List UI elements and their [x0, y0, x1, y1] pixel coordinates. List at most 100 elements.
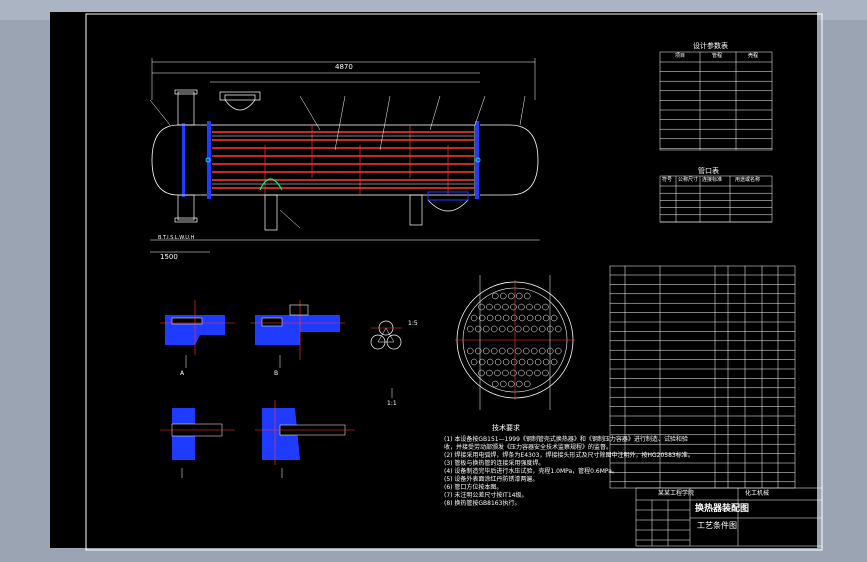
- design-params-table: [659, 51, 773, 151]
- exchanger-elevation: [149, 58, 540, 253]
- tech-note-7: (6) 管口方位按本图。: [444, 484, 503, 491]
- tube-hole: [486, 303, 493, 311]
- tube-hole: [494, 314, 502, 322]
- tube-hole: [486, 314, 494, 322]
- tube-hole: [550, 314, 558, 322]
- tube-hole: [516, 292, 523, 300]
- tube-hole: [506, 325, 514, 333]
- tube-hole: [542, 314, 550, 322]
- tube-hole: [518, 369, 525, 377]
- tech-notes-title: 技术要求: [492, 424, 520, 432]
- tech-note-8: (7) 未注明公差尺寸按IT14级。: [444, 492, 528, 499]
- tube-hole: [518, 358, 526, 366]
- dp-header-shell: 壳程: [748, 53, 759, 59]
- scale-label: 1:1: [387, 400, 397, 407]
- tube-hole: [510, 314, 518, 322]
- tube-hole: [506, 347, 514, 355]
- title-school: 某某工程学院: [658, 490, 695, 497]
- tube-hole: [530, 347, 538, 355]
- tube-hole: [502, 303, 509, 311]
- side-label: B.T.I.S.L.W.U.H: [158, 235, 195, 241]
- tube-hole: [510, 369, 517, 377]
- tube-hole: [542, 369, 549, 377]
- tube-hole: [534, 303, 541, 311]
- dp-header-item: 项目: [675, 53, 686, 59]
- tube-hole: [502, 314, 510, 322]
- drawing-subtitle: 工艺条件图: [697, 521, 737, 530]
- tube-hole: [500, 380, 507, 388]
- nz-header-symbol: 符号: [662, 177, 673, 183]
- tech-note-2: 收，并接受劳动部颁发《压力容器安全技术监察规程》的监督。: [444, 444, 613, 451]
- tech-note-4: (3) 管板与换热管的连接采用强度焊。: [444, 460, 545, 467]
- dp-header-tube: 管程: [712, 53, 723, 59]
- tube-hole: [474, 325, 482, 333]
- tube-hole: [524, 380, 531, 388]
- tube-hole: [534, 369, 541, 377]
- tube-hole: [550, 358, 558, 366]
- tube-hole: [538, 325, 546, 333]
- tube-hole: [508, 292, 515, 300]
- tube-hole: [486, 358, 494, 366]
- tube-hole: [522, 347, 530, 355]
- tube-hole: [500, 292, 507, 300]
- tube-hole: [466, 347, 474, 355]
- tube-hole: [524, 292, 531, 300]
- drawing-title: 换热器装配图: [695, 504, 750, 514]
- tube-hole: [490, 347, 498, 355]
- tech-note-6: (5) 设备外表面涂红丹防锈漆两遍。: [444, 476, 539, 483]
- tube-hole: [522, 325, 530, 333]
- tech-note-1: (1) 本设备按GB151—1999《钢制管壳式换热器》和《钢制压力容器》进行制…: [444, 436, 688, 443]
- nozzle-table-title: 管口表: [698, 167, 719, 175]
- pitch-scale-label: 1:5: [408, 320, 418, 327]
- tube-hole: [466, 325, 474, 333]
- tube-hole: [470, 314, 478, 322]
- tube-hole: [478, 369, 485, 377]
- tube-hole: [542, 358, 550, 366]
- tube-hole: [526, 314, 534, 322]
- cad-drawing: [85, 13, 823, 551]
- detail-a-label: A: [180, 370, 185, 377]
- tube-hole: [554, 325, 562, 333]
- tube-hole: [554, 347, 562, 355]
- tube-hole: [534, 314, 542, 322]
- tube-hole: [510, 358, 518, 366]
- nz-header-standard: 连接标准: [702, 177, 723, 183]
- tube-hole: [526, 303, 533, 311]
- design-params-title: 设计参数表: [693, 42, 728, 50]
- tube-hole: [490, 325, 498, 333]
- tube-hole: [514, 347, 522, 355]
- tube-hole: [492, 380, 499, 388]
- tech-note-5: (4) 设备制造完毕后进行水压试验，壳程1.0MPa，管程0.6MPa。: [444, 468, 618, 475]
- detail-views: [160, 300, 402, 465]
- tube-hole: [526, 358, 534, 366]
- tube-hole: [498, 325, 506, 333]
- tube-hole: [498, 347, 506, 355]
- nz-header-size: 公称尺寸: [678, 177, 699, 183]
- overall-length-dim: 4870: [335, 63, 353, 71]
- tube-hole: [482, 347, 490, 355]
- tube-hole: [518, 303, 525, 311]
- tech-note-9: (8) 换热管按GB8163执行。: [444, 500, 521, 507]
- tube-hole: [478, 303, 485, 311]
- tube-hole: [514, 325, 522, 333]
- tube-hole: [502, 369, 509, 377]
- tube-hole: [494, 303, 501, 311]
- tube-hole: [492, 292, 499, 300]
- tech-note-3: (2) 焊接采用电弧焊，焊条为E4303，焊接接头形式及尺寸除图中注明外，按HG…: [444, 452, 694, 459]
- nz-header-purpose: 用途或名称: [735, 177, 761, 183]
- tube-hole: [530, 325, 538, 333]
- tube-hole: [526, 369, 533, 377]
- left-dim: 1500: [160, 253, 178, 261]
- tube-hole: [502, 358, 510, 366]
- tube-hole: [486, 369, 493, 377]
- tube-hole: [538, 347, 546, 355]
- tubesheet-section: [455, 275, 575, 410]
- tube-hole: [510, 303, 517, 311]
- tube-hole: [482, 325, 490, 333]
- tube-bundle: [212, 131, 474, 189]
- title-company: 化工机械: [745, 490, 770, 497]
- tube-hole: [516, 380, 523, 388]
- tube-hole: [534, 358, 542, 366]
- tube-hole: [494, 358, 502, 366]
- tube-hole: [518, 314, 526, 322]
